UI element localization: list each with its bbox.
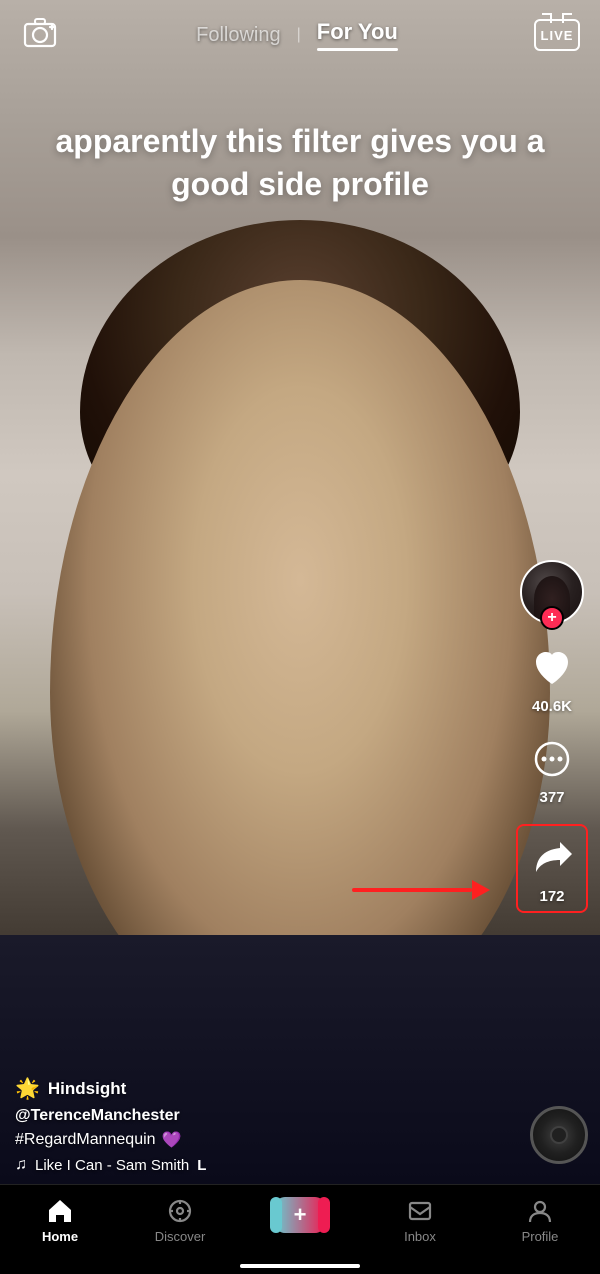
profile-icon <box>526 1197 554 1225</box>
nav-profile[interactable]: Profile <box>495 1197 585 1244</box>
arrow-head <box>472 880 490 900</box>
add-video-button[interactable] <box>20 15 60 55</box>
inbox-label: Inbox <box>404 1229 436 1244</box>
nav-plus[interactable]: + <box>255 1197 345 1233</box>
arrow-indicator <box>352 880 490 900</box>
filter-name: Hindsight <box>48 1079 126 1099</box>
like-button[interactable]: 40.6K <box>526 642 578 715</box>
comment-count: 377 <box>539 789 564 806</box>
follow-plus-badge[interactable]: + <box>540 606 564 630</box>
discover-icon <box>166 1197 194 1225</box>
like-count: 40.6K <box>532 698 572 715</box>
profile-label: Profile <box>522 1229 559 1244</box>
home-icon <box>46 1197 74 1225</box>
arrow-shaft <box>352 888 472 892</box>
top-navigation: Following | For You LIVE <box>0 0 600 70</box>
music-song: Like I Can - Sam Smith <box>35 1157 189 1174</box>
share-button[interactable]: 172 <box>516 824 588 913</box>
video-caption: apparently this filter gives you a good … <box>0 120 600 206</box>
bottom-navigation: Home Discover + Inbox <box>0 1184 600 1274</box>
plus-icon: + <box>294 1202 307 1228</box>
filter-emoji: 🌟 <box>15 1076 40 1101</box>
creator-info: 🌟 Hindsight @TerenceManchester #RegardMa… <box>15 1076 445 1174</box>
nav-inbox[interactable]: Inbox <box>375 1197 465 1244</box>
creator-handle[interactable]: @TerenceManchester <box>15 1107 445 1125</box>
right-action-panel: + 40.6K 377 172 <box>516 560 588 913</box>
comment-button[interactable]: 377 <box>526 733 578 806</box>
heart-icon <box>526 642 578 694</box>
live-label: LIVE <box>541 28 574 43</box>
heart-emoji: 💜 <box>162 1130 182 1150</box>
music-letter: L <box>197 1157 206 1174</box>
home-indicator <box>240 1264 360 1268</box>
share-count: 172 <box>539 888 564 905</box>
filter-line: 🌟 Hindsight <box>15 1076 445 1101</box>
comment-icon <box>526 733 578 785</box>
foryou-tab[interactable]: For You <box>317 19 398 51</box>
home-label: Home <box>42 1229 78 1244</box>
camera-plus-icon <box>23 18 57 52</box>
nav-home[interactable]: Home <box>15 1197 105 1244</box>
hashtag-text[interactable]: #RegardMannequin <box>15 1131 156 1149</box>
live-button[interactable]: LIVE <box>534 19 580 51</box>
music-note-icon: ♫ <box>15 1156 27 1174</box>
creator-avatar[interactable]: + <box>520 560 584 624</box>
tab-divider: | <box>297 26 301 44</box>
music-disc <box>530 1106 588 1164</box>
music-disc-inner <box>550 1126 568 1144</box>
nav-discover[interactable]: Discover <box>135 1197 225 1244</box>
share-icon <box>526 832 578 884</box>
music-line: ♫ Like I Can - Sam Smith L <box>15 1156 445 1174</box>
discover-label: Discover <box>155 1229 206 1244</box>
nav-tabs: Following | For You <box>196 19 398 51</box>
hashtag-line: #RegardMannequin 💜 <box>15 1130 445 1150</box>
create-button[interactable]: + <box>275 1197 325 1233</box>
following-tab[interactable]: Following <box>196 24 280 47</box>
inbox-icon <box>406 1197 434 1225</box>
share-highlight-box: 172 <box>516 824 588 913</box>
